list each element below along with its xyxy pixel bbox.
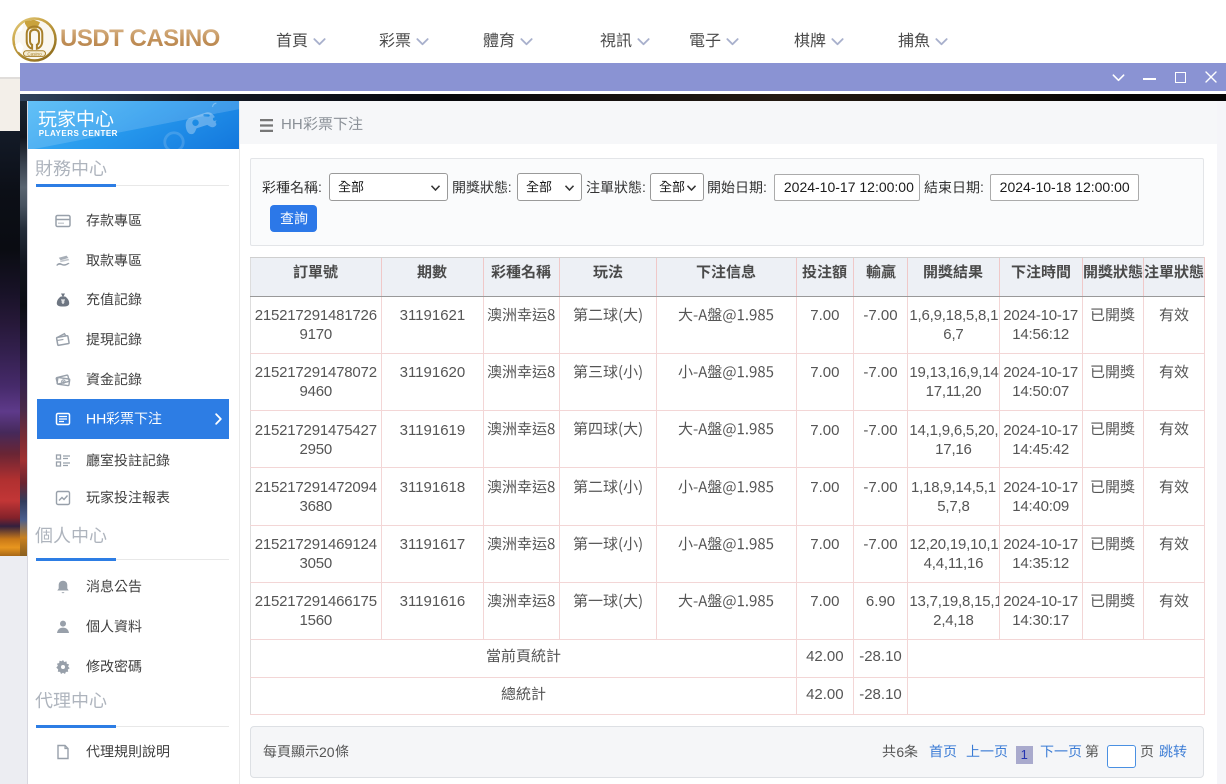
svg-text:Casino: Casino [27, 51, 42, 56]
